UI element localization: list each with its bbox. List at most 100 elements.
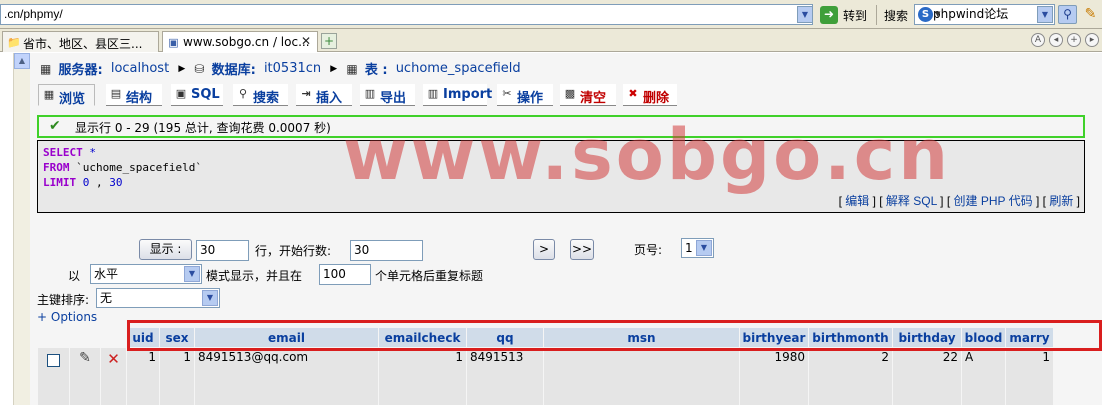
close-icon[interactable]: ✕ — [299, 34, 313, 48]
tab-structure[interactable]: ▤ 结构 — [106, 84, 162, 106]
page-select[interactable]: 1 ▼ — [681, 238, 714, 258]
database-link[interactable]: it0531cn — [264, 61, 321, 76]
column-header-qq[interactable]: qq — [467, 328, 543, 347]
explain-sql-link[interactable]: 解释 SQL — [886, 194, 937, 208]
folder-icon: 📁 — [7, 36, 21, 49]
search-icon[interactable]: ⚲ — [1058, 5, 1077, 24]
browser-tab-2[interactable]: ▣ www.sobgo.cn / loc... ✕ — [162, 31, 318, 52]
tab-import-label: Import — [443, 87, 493, 102]
column-header-birthmonth[interactable]: birthmonth — [809, 328, 892, 347]
database-icon: ⛁ — [194, 61, 205, 76]
scroll-up-icon[interactable]: ▲ — [14, 53, 30, 69]
tab-browse[interactable]: ▦ 浏览 — [38, 84, 95, 107]
sql-line-2: FROM `uchome_spacefield` — [43, 160, 1084, 175]
table-link[interactable]: uchome_spacefield — [396, 61, 521, 76]
tab-drop[interactable]: ✖ 删除 — [623, 84, 677, 106]
browser-tab-bar: 📁 省市、地区、县区三... ▣ www.sobgo.cn / loc... ✕… — [0, 29, 1102, 52]
refresh-link[interactable]: 刷新 — [1049, 194, 1073, 208]
search-label: 搜索 — [884, 9, 909, 23]
column-header-emailcheck[interactable]: emailcheck — [379, 328, 466, 347]
browser-toolbar: .cn/phpmy/ ▼ ➜ 转到 搜索 phpwind论坛 S ▼ ▼ ⚲ ✎ — [0, 0, 1102, 29]
tab-sql[interactable]: ▣ SQL — [171, 84, 223, 106]
address-field[interactable]: .cn/phpmy/ — [0, 4, 813, 25]
last-page-button[interactable]: >> — [570, 239, 594, 260]
empty-table-icon: ▩ — [564, 87, 576, 100]
go-arrow-icon[interactable]: ➜ — [820, 6, 838, 24]
data-table: uid sex email emailcheck qq msn birthyea… — [37, 327, 1054, 405]
sort-select[interactable]: 无 ▼ — [96, 288, 220, 308]
column-header-msn[interactable]: msn — [544, 328, 739, 347]
tab-insert[interactable]: ⇥ 插入 — [296, 84, 352, 106]
sql-icon: ▣ — [175, 87, 187, 100]
column-header-email[interactable]: email — [195, 328, 378, 347]
font-size-icon[interactable]: A — [1031, 33, 1045, 47]
address-dropdown-icon[interactable]: ▼ — [797, 6, 813, 23]
delete-x-icon[interactable]: ✕ — [107, 350, 120, 368]
display-mode-select[interactable]: 水平 ▼ — [90, 264, 202, 284]
tab-empty[interactable]: ▩ 清空 — [560, 84, 616, 106]
sql-links: [ 编辑 ] [ 解释 SQL ] [ 创建 PHP 代码 ] [ 刷新 ] — [838, 194, 1080, 208]
column-header-sex[interactable]: sex — [160, 328, 194, 347]
sql-separator: , — [89, 176, 110, 189]
row-checkbox[interactable] — [47, 354, 60, 367]
page-value: 1 — [685, 241, 693, 255]
tab-operations-label: 操作 — [517, 91, 544, 106]
table-header-row: uid sex email emailcheck qq msn birthyea… — [38, 328, 1053, 347]
tab-empty-label: 清空 — [580, 91, 607, 106]
sql-text: `uchome_spacefield` — [69, 161, 202, 174]
column-header-uid[interactable]: uid — [127, 328, 159, 347]
highlight-pen-icon[interactable]: ✎ — [1081, 5, 1100, 24]
cell-msn — [544, 348, 739, 405]
sql-keyword: SELECT — [43, 146, 83, 159]
table-icon: ▦ — [346, 61, 358, 76]
tab-search[interactable]: ⚲ 搜索 — [233, 84, 288, 106]
chevron-down-icon: ▼ — [696, 240, 712, 256]
server-link[interactable]: localhost — [111, 61, 169, 76]
column-header-birthday[interactable]: birthday — [893, 328, 961, 347]
tab-structure-label: 结构 — [126, 91, 153, 106]
sql-text: * — [82, 146, 96, 159]
column-header-birthyear[interactable]: birthyear — [740, 328, 808, 347]
new-tab-icon[interactable]: + — [321, 33, 337, 49]
column-header-blood[interactable]: blood — [962, 328, 1005, 347]
browser-tab-1[interactable]: 📁 省市、地区、县区三... — [2, 31, 159, 52]
export-icon: ▥ — [364, 87, 376, 100]
show-button[interactable]: 显示 : — [139, 239, 192, 260]
options-link[interactable]: + Options — [37, 310, 97, 324]
sql-number: 30 — [109, 176, 123, 189]
repeat-header-input[interactable]: 100 — [319, 264, 371, 285]
cell-birthyear: 1980 — [740, 348, 808, 405]
chevron-down-icon: ▼ — [202, 290, 218, 306]
create-php-link[interactable]: 创建 PHP 代码 — [954, 194, 1033, 208]
vertical-scrollbar[interactable]: ▲ — [13, 53, 30, 405]
back-icon[interactable]: ◂ — [1049, 33, 1063, 47]
engine-dropdown-icon[interactable]: ▼ — [935, 10, 940, 18]
header-spacer — [70, 328, 100, 347]
next-page-button[interactable]: > — [533, 239, 555, 260]
tab-export[interactable]: ▥ 导出 — [360, 84, 415, 106]
page-icon: ▣ — [168, 36, 179, 49]
search-engine-icon[interactable]: S — [918, 7, 933, 22]
toolbar-divider — [876, 5, 877, 25]
tab-operations[interactable]: ✂ 操作 — [497, 84, 553, 106]
phpmyadmin-content: ▦ 服务器: localhost ▶ ⛁ 数据库: it0531cn ▶ ▦ 表… — [30, 53, 1102, 405]
tab-insert-label: 插入 — [316, 91, 343, 106]
drop-icon: ✖ — [628, 87, 638, 100]
header-spacer — [101, 328, 126, 347]
mode-suffix: 模式显示，并且在 — [206, 269, 303, 283]
rows-input[interactable]: 30 — [196, 240, 249, 261]
tab-import[interactable]: ▥ Import — [423, 84, 492, 106]
mode-prefix: 以 — [68, 269, 81, 283]
edit-sql-link[interactable]: 编辑 — [845, 194, 869, 208]
edit-pencil-icon[interactable]: ✎ — [79, 350, 91, 366]
start-row-input[interactable]: 30 — [350, 240, 423, 261]
search-dropdown-icon[interactable]: ▼ — [1037, 6, 1053, 23]
column-header-marry[interactable]: marry — [1006, 328, 1053, 347]
go-button-label[interactable]: 转到 — [843, 7, 867, 24]
sql-query-box: SELECT * FROM `uchome_spacefield` LIMIT … — [37, 140, 1085, 213]
database-label: 数据库: — [211, 63, 256, 78]
forward-icon[interactable]: ▸ — [1085, 33, 1099, 47]
server-icon: ▦ — [40, 61, 52, 76]
import-icon: ▥ — [427, 87, 439, 100]
add-icon[interactable]: + — [1067, 33, 1081, 47]
